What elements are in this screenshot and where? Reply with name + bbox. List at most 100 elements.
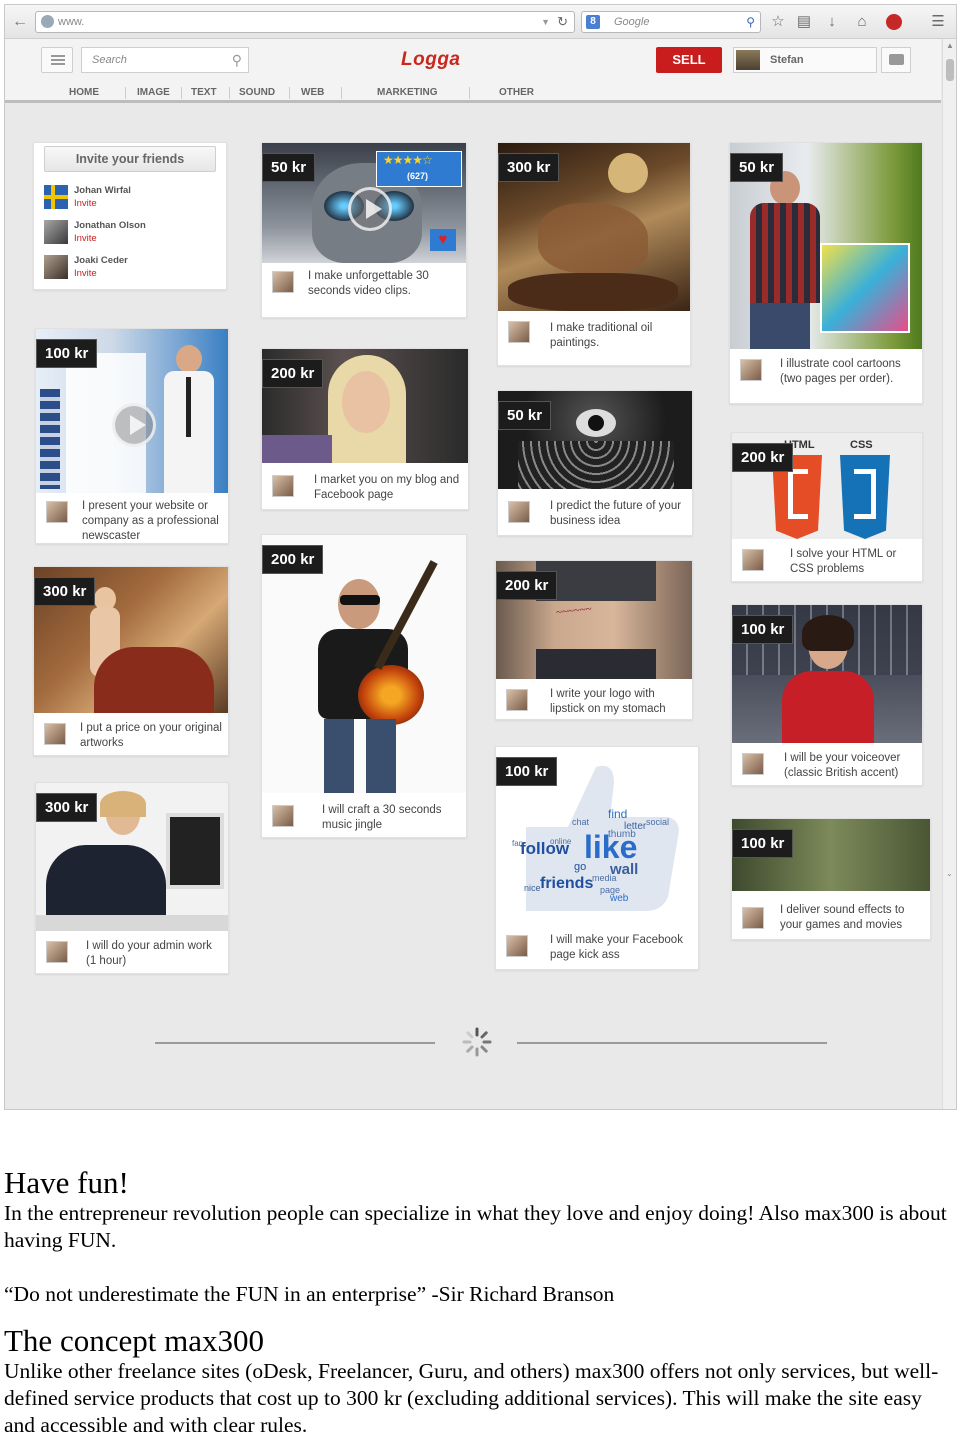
price-tag: 200 kr xyxy=(496,571,558,600)
rating-count: (627) xyxy=(407,171,429,181)
price-tag: 100 kr xyxy=(36,339,98,368)
price-tag: 100 kr xyxy=(732,829,794,858)
avatar xyxy=(736,50,760,70)
friend-avatar xyxy=(44,255,68,279)
listing-card[interactable]: 50 kr I predict the future of your busin… xyxy=(497,390,693,536)
listing-card[interactable]: ~~~~~~ 200 kr I write your logo with lip… xyxy=(495,560,693,720)
listing-card[interactable]: 200 kr I market you on my blog and Faceb… xyxy=(261,348,469,510)
tab-other[interactable]: OTHER xyxy=(499,87,534,98)
price-tag: 50 kr xyxy=(498,401,552,430)
magnifier-icon[interactable]: ⚲ xyxy=(746,12,755,32)
tab-text[interactable]: TEXT xyxy=(191,87,217,98)
listing-title[interactable]: I will be your voiceover (classic Britis… xyxy=(732,751,922,781)
tab-web[interactable]: WEB xyxy=(301,87,324,98)
price-tag: 50 kr xyxy=(730,153,784,182)
branson-quote: “Do not underestimate the FUN in an ente… xyxy=(4,1282,615,1306)
dropdown-arrow-icon[interactable]: ▼ xyxy=(541,12,550,32)
friend-avatar xyxy=(44,220,68,244)
browser-search-input[interactable]: 8 Google ⚲ xyxy=(581,11,761,33)
browser-toolbar: ← www. ▼ ↻ 8 Google ⚲ ☆ ▤ ↓ ⌂ ☰ xyxy=(5,5,956,39)
listing-title[interactable]: I deliver sound effects to your games an… xyxy=(732,903,930,933)
listing-card[interactable]: HTML CSS 200 kr I solve your HTML or CSS… xyxy=(731,432,923,582)
listing-card[interactable]: 50 kr I illustrate cool cartoons (two pa… xyxy=(729,142,923,404)
price-tag: 300 kr xyxy=(498,153,560,182)
tab-home[interactable]: HOME xyxy=(69,87,99,98)
back-arrow-icon[interactable]: ← xyxy=(9,11,31,33)
sell-button[interactable]: SELL xyxy=(656,47,722,73)
listing-title[interactable]: I present your website or company as a p… xyxy=(36,499,228,544)
listing-title[interactable]: I will make your Facebook page kick ass xyxy=(496,933,698,963)
chat-button[interactable] xyxy=(881,47,911,73)
listing-title[interactable]: I market you on my blog and Facebook pag… xyxy=(262,473,468,503)
listing-title[interactable]: I put a price on your original artworks xyxy=(34,721,228,751)
listing-card[interactable]: 300 kr I will do your admin work (1 hour… xyxy=(35,782,229,974)
tab-marketing[interactable]: MARKETING xyxy=(377,87,438,98)
price-tag: 100 kr xyxy=(496,757,558,786)
listing-card[interactable]: 300 kr I make traditional oil paintings. xyxy=(497,142,691,366)
friend-name: Jonathan Olson xyxy=(74,220,146,231)
user-name: Stefan xyxy=(770,54,804,66)
listing-title[interactable]: I will craft a 30 seconds music jingle xyxy=(262,803,466,833)
listing-title[interactable]: I predict the future of your business id… xyxy=(498,499,692,529)
tab-sound[interactable]: SOUND xyxy=(239,87,275,98)
scroll-thumb[interactable] xyxy=(946,59,954,81)
listing-card[interactable]: 100 kr I present your website or company… xyxy=(35,328,229,544)
price-tag: 300 kr xyxy=(36,793,98,822)
price-tag: 200 kr xyxy=(732,443,794,472)
tab-image[interactable]: IMAGE xyxy=(137,87,170,98)
clipboard-icon[interactable]: ▤ xyxy=(793,11,815,33)
adblock-icon[interactable] xyxy=(883,11,905,33)
search-icon[interactable]: ⚲ xyxy=(232,48,242,72)
invite-friends-card: Invite your friends Johan Wirfal Invite … xyxy=(33,142,227,290)
play-icon[interactable] xyxy=(112,403,156,447)
star-rating-icon: ★★★★☆ xyxy=(383,153,433,167)
site-search-input[interactable]: Search ⚲ xyxy=(81,47,249,73)
listing-card[interactable]: 200 kr I will craft a 30 seconds music j… xyxy=(261,534,467,838)
invite-friends-button[interactable]: Invite your friends xyxy=(44,146,216,172)
listing-card[interactable]: 300 kr I put a price on your original ar… xyxy=(33,566,229,756)
loader-line xyxy=(155,1042,435,1044)
friend-name: Joaki Ceder xyxy=(74,255,128,266)
scrollbar[interactable]: ▲ ⌄ xyxy=(942,39,956,1109)
site-logo[interactable]: Logga xyxy=(401,49,461,71)
friend-item: Jonathan Olson Invite xyxy=(44,218,224,248)
listing-title[interactable]: I illustrate cool cartoons (two pages pe… xyxy=(730,357,922,387)
url-text: www. xyxy=(58,16,85,28)
listing-card[interactable]: ★★★★☆ (627) ♥ 50 kr I make unforgettable… xyxy=(261,142,467,318)
listing-title[interactable]: I will do your admin work (1 hour) xyxy=(36,939,228,969)
listing-title[interactable]: I make unforgettable 30 seconds video cl… xyxy=(262,269,466,299)
browser-window: ← www. ▼ ↻ 8 Google ⚲ ☆ ▤ ↓ ⌂ ☰ Search ⚲… xyxy=(4,4,957,1110)
loading-spinner-icon xyxy=(462,1027,492,1057)
article: Have fun! In the entrepreneur revolution… xyxy=(4,1166,958,1439)
chevron-down-icon[interactable]: ⌄ xyxy=(946,869,953,878)
home-icon[interactable]: ⌂ xyxy=(851,11,873,33)
rating-badge: ★★★★☆ (627) xyxy=(376,151,462,187)
menu-button[interactable] xyxy=(41,47,73,73)
price-tag: 300 kr xyxy=(34,577,96,606)
friend-item: Joaki Ceder Invite xyxy=(44,253,224,283)
listing-title[interactable]: I write your logo with lipstick on my st… xyxy=(496,687,692,717)
listing-title[interactable]: I make traditional oil paintings. xyxy=(498,321,690,351)
scroll-up-icon[interactable]: ▲ xyxy=(946,41,954,50)
play-icon[interactable] xyxy=(348,187,392,231)
listing-card[interactable]: 100 kr I deliver sound effects to your g… xyxy=(731,818,931,940)
paragraph-fun: In the entrepreneur revolution people ca… xyxy=(4,1201,947,1252)
download-arrow-icon[interactable]: ↓ xyxy=(821,11,843,33)
friend-invite-link[interactable]: Invite xyxy=(74,233,97,244)
globe-icon xyxy=(41,15,54,28)
price-tag: 200 kr xyxy=(262,545,324,574)
hamburger-menu-icon[interactable]: ☰ xyxy=(927,11,949,33)
friend-name: Johan Wirfal xyxy=(74,185,131,196)
friend-invite-link[interactable]: Invite xyxy=(74,268,97,279)
heart-icon[interactable]: ♥ xyxy=(430,229,456,251)
listing-grid: Invite your friends Johan Wirfal Invite … xyxy=(5,106,941,1109)
listing-card[interactable]: 100 kr I will be your voiceover (classic… xyxy=(731,604,923,786)
listing-title[interactable]: I solve your HTML or CSS problems xyxy=(732,547,922,577)
url-input[interactable]: www. ▼ ↻ xyxy=(35,11,575,33)
friend-invite-link[interactable]: Invite xyxy=(74,198,97,209)
reload-icon[interactable]: ↻ xyxy=(557,12,568,32)
user-menu[interactable]: Stefan xyxy=(733,47,877,73)
star-bookmark-icon[interactable]: ☆ xyxy=(767,11,789,33)
listing-card[interactable]: follow like friends wall thumb find soci… xyxy=(495,746,699,970)
google-g-icon[interactable]: 8 xyxy=(586,15,600,29)
